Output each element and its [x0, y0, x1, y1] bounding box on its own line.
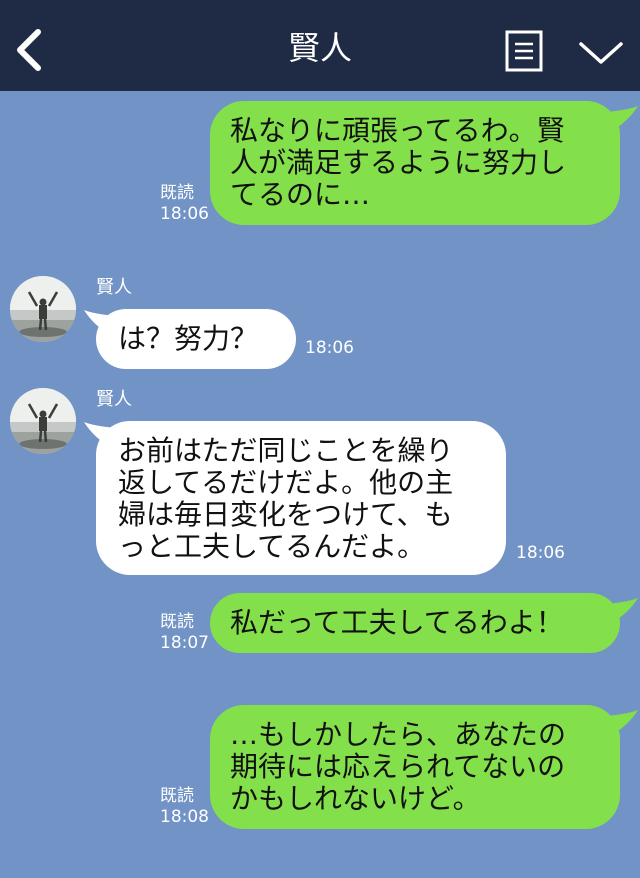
menu-toggle-button[interactable]: [578, 36, 624, 68]
avatar[interactable]: [10, 388, 76, 454]
avatar[interactable]: [10, 276, 76, 342]
read-receipt: 既読: [160, 612, 194, 632]
bubble-tail: [606, 710, 638, 736]
message-time: 18:08: [160, 807, 209, 827]
avatar-image: [10, 388, 76, 454]
chat-title: 賢人: [287, 29, 352, 67]
read-receipt: 既読: [160, 183, 194, 203]
avatar-image: [10, 276, 76, 342]
message-time: 18:06: [516, 543, 565, 563]
message-bubble[interactable]: お前はただ同じことを繰り 返してるだけだよ。他の主 婦は毎日変化をつけて、も っ…: [96, 421, 506, 575]
message-time: 18:07: [160, 633, 209, 653]
message-bubble[interactable]: 私だって工夫してるわよ！: [210, 593, 620, 653]
chevron-down-icon: [579, 42, 623, 64]
message-time: 18:06: [305, 338, 354, 358]
read-receipt: 既読: [160, 786, 194, 806]
message-time: 18:06: [160, 204, 209, 224]
sender-name: 賢人: [96, 389, 132, 410]
note-icon: [505, 30, 543, 72]
note-button[interactable]: [505, 30, 543, 72]
message-bubble[interactable]: 私なりに頑張ってるわ。賢 人が満足するように努力し てるのに…: [210, 101, 620, 225]
message-bubble[interactable]: …もしかしたら、あなたの 期待には応えられてないの かもしれないけど。: [210, 705, 620, 829]
sender-name: 賢人: [96, 277, 132, 298]
bubble-tail: [606, 106, 638, 132]
chat-header: 賢人: [0, 0, 640, 91]
message-bubble[interactable]: は？努力？: [96, 309, 296, 369]
bubble-tail: [606, 598, 638, 624]
